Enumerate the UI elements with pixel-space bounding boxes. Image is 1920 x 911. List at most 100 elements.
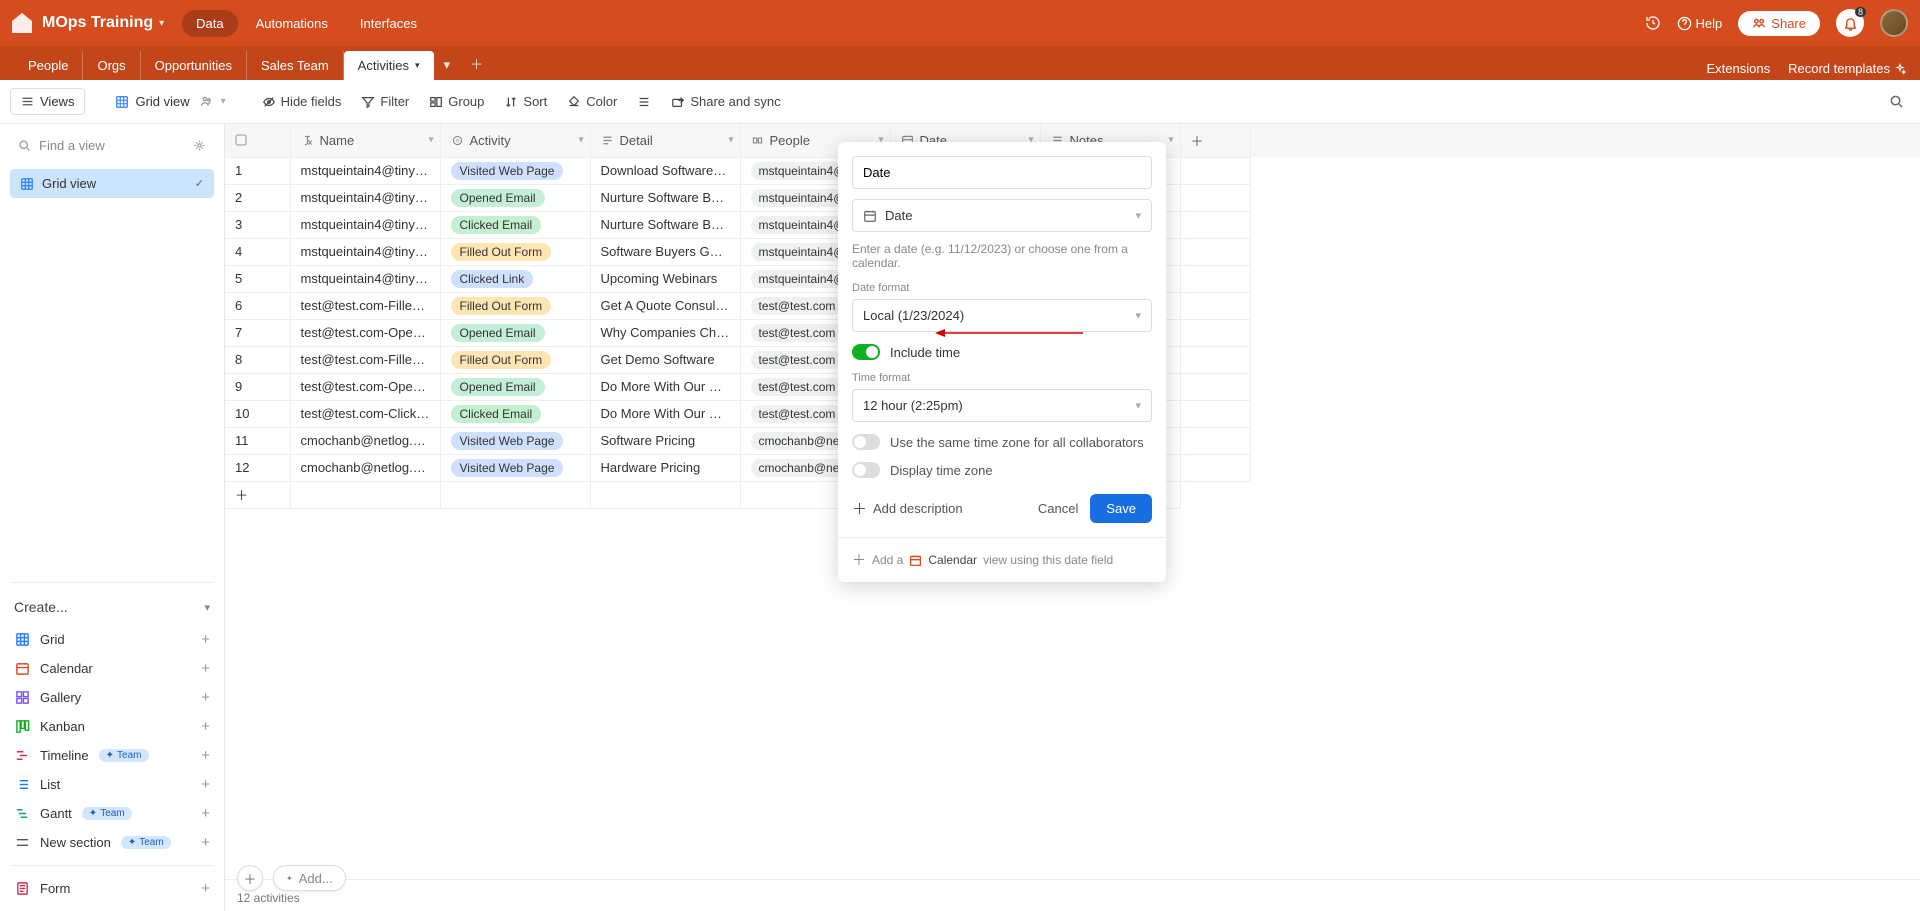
hide-fields-button[interactable]: Hide fields xyxy=(254,89,350,114)
create-kanban[interactable]: Kanban+ xyxy=(10,712,214,741)
cell-detail[interactable]: Get Demo Software xyxy=(590,346,740,373)
create-new-section[interactable]: New section✦Team+ xyxy=(10,828,214,857)
same-timezone-toggle[interactable] xyxy=(852,434,880,450)
nav-data[interactable]: Data xyxy=(182,10,237,37)
cell-name[interactable]: cmochanb@netlog.com-Vi... xyxy=(290,427,440,454)
cell-activity[interactable]: Clicked Email xyxy=(440,400,590,427)
table-tab-people[interactable]: People xyxy=(14,51,83,80)
add-row-button[interactable]: ＋ xyxy=(225,481,290,508)
add-description-button[interactable]: ＋ Add description xyxy=(852,498,963,519)
column-header-detail[interactable]: Detail▾ xyxy=(590,124,740,157)
create-list[interactable]: List+ xyxy=(10,770,214,799)
cell-name[interactable]: cmochanb@netlog.com-Vi... xyxy=(290,454,440,481)
cell-activity[interactable]: Filled Out Form xyxy=(440,346,590,373)
cancel-button[interactable]: Cancel xyxy=(1026,494,1090,523)
create-gallery[interactable]: Gallery+ xyxy=(10,683,214,712)
cell-detail[interactable]: Why Companies Choose US xyxy=(590,319,740,346)
cell-activity[interactable]: Clicked Email xyxy=(440,211,590,238)
add-column-button[interactable]: ＋ xyxy=(1180,124,1250,157)
cell-name[interactable]: mstqueintain4@tinyurl.co... xyxy=(290,211,440,238)
timeline-icon xyxy=(14,748,30,763)
settings-icon[interactable] xyxy=(193,139,206,152)
cell-activity[interactable]: Clicked Link xyxy=(440,265,590,292)
cell-name[interactable]: test@test.com-Filled Out F... xyxy=(290,292,440,319)
create-form[interactable]: Form + xyxy=(10,874,214,903)
row-height-button[interactable] xyxy=(629,90,659,114)
cell-detail[interactable]: Nurture Software Buyers G... xyxy=(590,184,740,211)
share-button[interactable]: Share xyxy=(1738,11,1820,36)
help-link[interactable]: Help xyxy=(1677,16,1723,31)
workspace-chevron-icon[interactable]: ▾ xyxy=(159,18,164,29)
cell-activity[interactable]: Visited Web Page xyxy=(440,157,590,184)
cell-activity[interactable]: Visited Web Page xyxy=(440,454,590,481)
notifications-button[interactable]: 8 xyxy=(1836,9,1864,37)
cell-name[interactable]: mstqueintain4@tinyurl.co... xyxy=(290,238,440,265)
cell-activity[interactable]: Visited Web Page xyxy=(440,427,590,454)
field-name-input[interactable] xyxy=(852,156,1152,189)
cell-name[interactable]: test@test.com-Filled Out F... xyxy=(290,346,440,373)
color-button[interactable]: Color xyxy=(559,89,625,114)
history-icon[interactable] xyxy=(1645,15,1661,31)
save-button[interactable]: Save xyxy=(1090,494,1152,523)
nav-interfaces[interactable]: Interfaces xyxy=(346,10,431,37)
include-time-toggle[interactable] xyxy=(852,344,880,360)
app-logo-icon xyxy=(12,13,32,33)
cell-activity[interactable]: Opened Email xyxy=(440,184,590,211)
workspace-name[interactable]: MOps Training xyxy=(42,14,153,32)
extensions-link[interactable]: Extensions xyxy=(1707,61,1771,76)
create-gantt[interactable]: Gantt✦Team+ xyxy=(10,799,214,828)
date-format-select[interactable]: Local (1/23/2024) ▾ xyxy=(852,299,1152,332)
share-sync-button[interactable]: Share and sync xyxy=(663,89,788,114)
create-section-header[interactable]: Create... ▾ xyxy=(10,593,214,625)
cell-activity[interactable]: Filled Out Form xyxy=(440,238,590,265)
add-table-button[interactable]: ＋ xyxy=(460,47,493,80)
cell-detail[interactable]: Upcoming Webinars xyxy=(590,265,740,292)
cell-activity[interactable]: Opened Email xyxy=(440,319,590,346)
table-tab-orgs[interactable]: Orgs xyxy=(83,51,140,80)
cell-detail[interactable]: Do More With Our Software xyxy=(590,373,740,400)
column-header-activity[interactable]: Activity▾ xyxy=(440,124,590,157)
filter-button[interactable]: Filter xyxy=(353,89,417,114)
cell-name[interactable]: mstqueintain4@tinyurl.co... xyxy=(290,157,440,184)
views-button[interactable]: Views xyxy=(10,88,85,115)
cell-detail[interactable]: Get A Quote Consulting xyxy=(590,292,740,319)
group-button[interactable]: Group xyxy=(421,89,492,114)
user-avatar[interactable] xyxy=(1880,9,1908,37)
field-type-select[interactable]: Date ▾ xyxy=(852,199,1152,232)
cell-detail[interactable]: Software Buyers Guide xyxy=(590,238,740,265)
add-calendar-view-link[interactable]: ＋ Add a Calendar view using this date fi… xyxy=(838,537,1166,582)
kanban-icon xyxy=(14,719,30,734)
create-timeline[interactable]: Timeline✦Team+ xyxy=(10,741,214,770)
cell-name[interactable]: test@test.com-Clicked Email xyxy=(290,400,440,427)
cell-name[interactable]: test@test.com-Opened Em... xyxy=(290,319,440,346)
cell-name[interactable]: mstqueintain4@tinyurl.co... xyxy=(290,184,440,211)
cell-detail[interactable]: Nurture Software Buyers G... xyxy=(590,211,740,238)
add-record-expanded-button[interactable]: ✦ Add... xyxy=(273,865,346,891)
cell-activity[interactable]: Opened Email xyxy=(440,373,590,400)
create-grid[interactable]: Grid+ xyxy=(10,625,214,654)
table-tab-sales-team[interactable]: Sales Team xyxy=(247,51,344,80)
cell-detail[interactable]: Hardware Pricing xyxy=(590,454,740,481)
table-tab-opportunities[interactable]: Opportunities xyxy=(141,51,247,80)
tab-dropdown-icon[interactable]: ▾ xyxy=(434,50,461,80)
view-item-grid[interactable]: Grid view ✓ xyxy=(10,169,214,198)
find-view-input[interactable]: Find a view xyxy=(10,132,214,159)
select-all-checkbox[interactable] xyxy=(225,124,290,157)
cell-name[interactable]: test@test.com-Opened Em... xyxy=(290,373,440,400)
record-templates-link[interactable]: Record templates xyxy=(1788,61,1906,76)
cell-activity[interactable]: Filled Out Form xyxy=(440,292,590,319)
cell-detail[interactable]: Do More With Our Software xyxy=(590,400,740,427)
sort-button[interactable]: Sort xyxy=(496,89,555,114)
display-timezone-toggle[interactable] xyxy=(852,462,880,478)
search-button[interactable] xyxy=(1883,88,1910,115)
add-record-button[interactable]: ＋ xyxy=(237,865,263,891)
current-view-name[interactable]: Grid view ▾ xyxy=(107,89,233,114)
nav-automations[interactable]: Automations xyxy=(242,10,342,37)
time-format-select[interactable]: 12 hour (2:25pm) ▾ xyxy=(852,389,1152,422)
cell-detail[interactable]: Download Software Buyers ... xyxy=(590,157,740,184)
table-tab-activities[interactable]: Activities▾ xyxy=(344,51,434,80)
column-header-name[interactable]: Name▾ xyxy=(290,124,440,157)
create-calendar[interactable]: Calendar+ xyxy=(10,654,214,683)
cell-name[interactable]: mstqueintain4@tinyurl.co... xyxy=(290,265,440,292)
cell-detail[interactable]: Software Pricing xyxy=(590,427,740,454)
